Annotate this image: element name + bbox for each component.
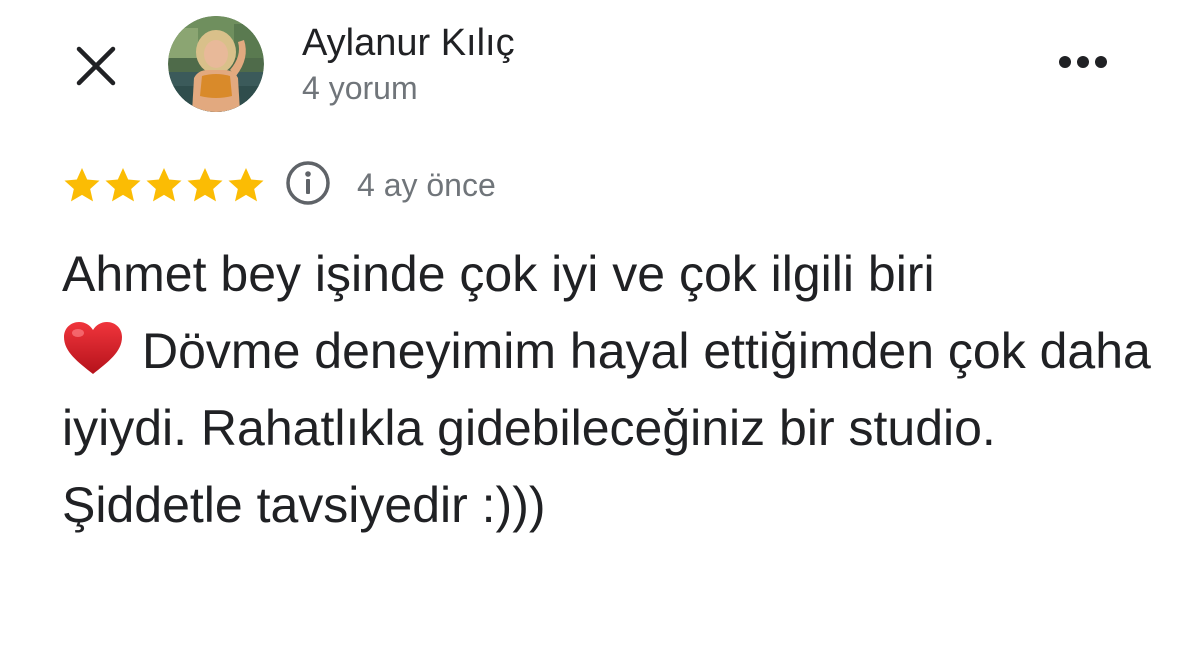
reviewer-name[interactable]: Aylanur Kılıç — [302, 20, 515, 66]
close-button[interactable] — [66, 38, 126, 98]
review-count: 4 yorum — [302, 70, 418, 106]
info-icon — [285, 160, 331, 211]
avatar[interactable] — [168, 16, 264, 112]
rating-row: 4 ay önce — [62, 160, 496, 210]
more-options-button[interactable] — [1050, 42, 1116, 86]
star-rating — [62, 165, 267, 205]
star-icon — [64, 168, 100, 202]
review-text-part-2: Dövme deneyimim hayal ettiğimden çok dah… — [62, 323, 1151, 533]
more-horizontal-icon — [1058, 55, 1108, 74]
review-time: 4 ay önce — [357, 167, 496, 203]
review-text: Ahmet bey işinde çok iyi ve çok ilgili b… — [62, 236, 1152, 544]
review-text-part-1: Ahmet bey işinde çok iyi ve çok ilgili b… — [62, 246, 935, 302]
star-icon — [187, 168, 223, 202]
info-button[interactable] — [283, 160, 333, 210]
star-icon — [146, 168, 182, 202]
star-icon — [105, 168, 141, 202]
close-icon — [74, 44, 118, 93]
heart-emoji-icon — [62, 320, 124, 376]
star-icon — [228, 168, 264, 202]
